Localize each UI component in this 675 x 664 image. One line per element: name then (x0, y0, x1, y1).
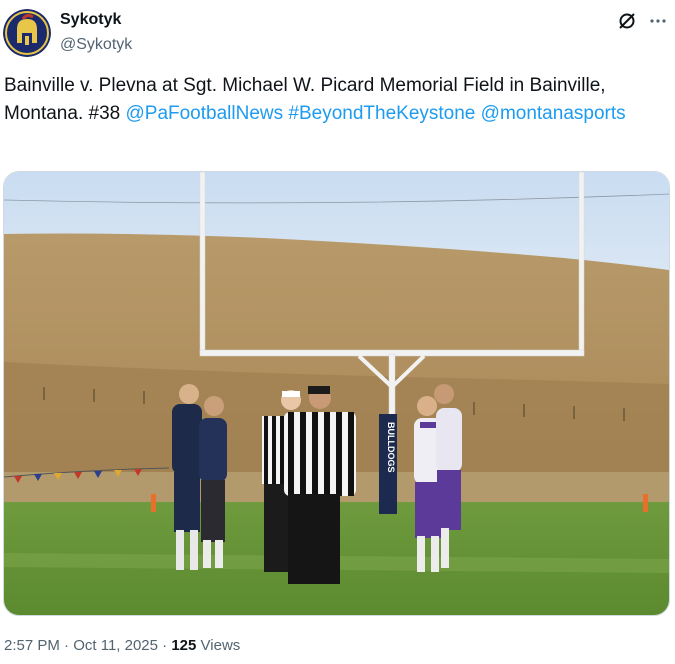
mention-pafootballnews-link[interactable]: @PaFootballNews (125, 103, 283, 124)
grok-icon[interactable] (617, 11, 637, 31)
bulldogs-pad-text: BULLDOGS (386, 422, 396, 473)
hashtag-beyondthekeystone-link[interactable]: #BeyondTheKeystone (288, 103, 475, 124)
football-field-photo: BULLDOGS (4, 172, 669, 615)
tweet-meta: 2:57 PM · Oct 11, 2025 · 125 Views (4, 637, 240, 654)
spartan-helmet-avatar-icon (3, 9, 51, 57)
meta-separator: · (59, 637, 74, 654)
avatar[interactable] (3, 9, 51, 57)
tweet-date[interactable]: Oct 11, 2025 (73, 637, 158, 654)
more-icon[interactable] (648, 11, 668, 31)
views-label: Views (196, 637, 241, 654)
meta-separator: · (158, 637, 172, 654)
tweet-text: Bainville v. Plevna at Sgt. Michael W. P… (4, 72, 664, 128)
views-count: 125 (171, 637, 197, 654)
mention-montanasports-link[interactable]: @montanasports (481, 103, 626, 124)
tweet-time[interactable]: 2:57 PM (4, 637, 60, 654)
author-name[interactable]: Sykotyk (60, 11, 121, 29)
tweet-photo[interactable]: BULLDOGS (3, 171, 670, 616)
author-handle[interactable]: @Sykotyk (60, 36, 132, 54)
